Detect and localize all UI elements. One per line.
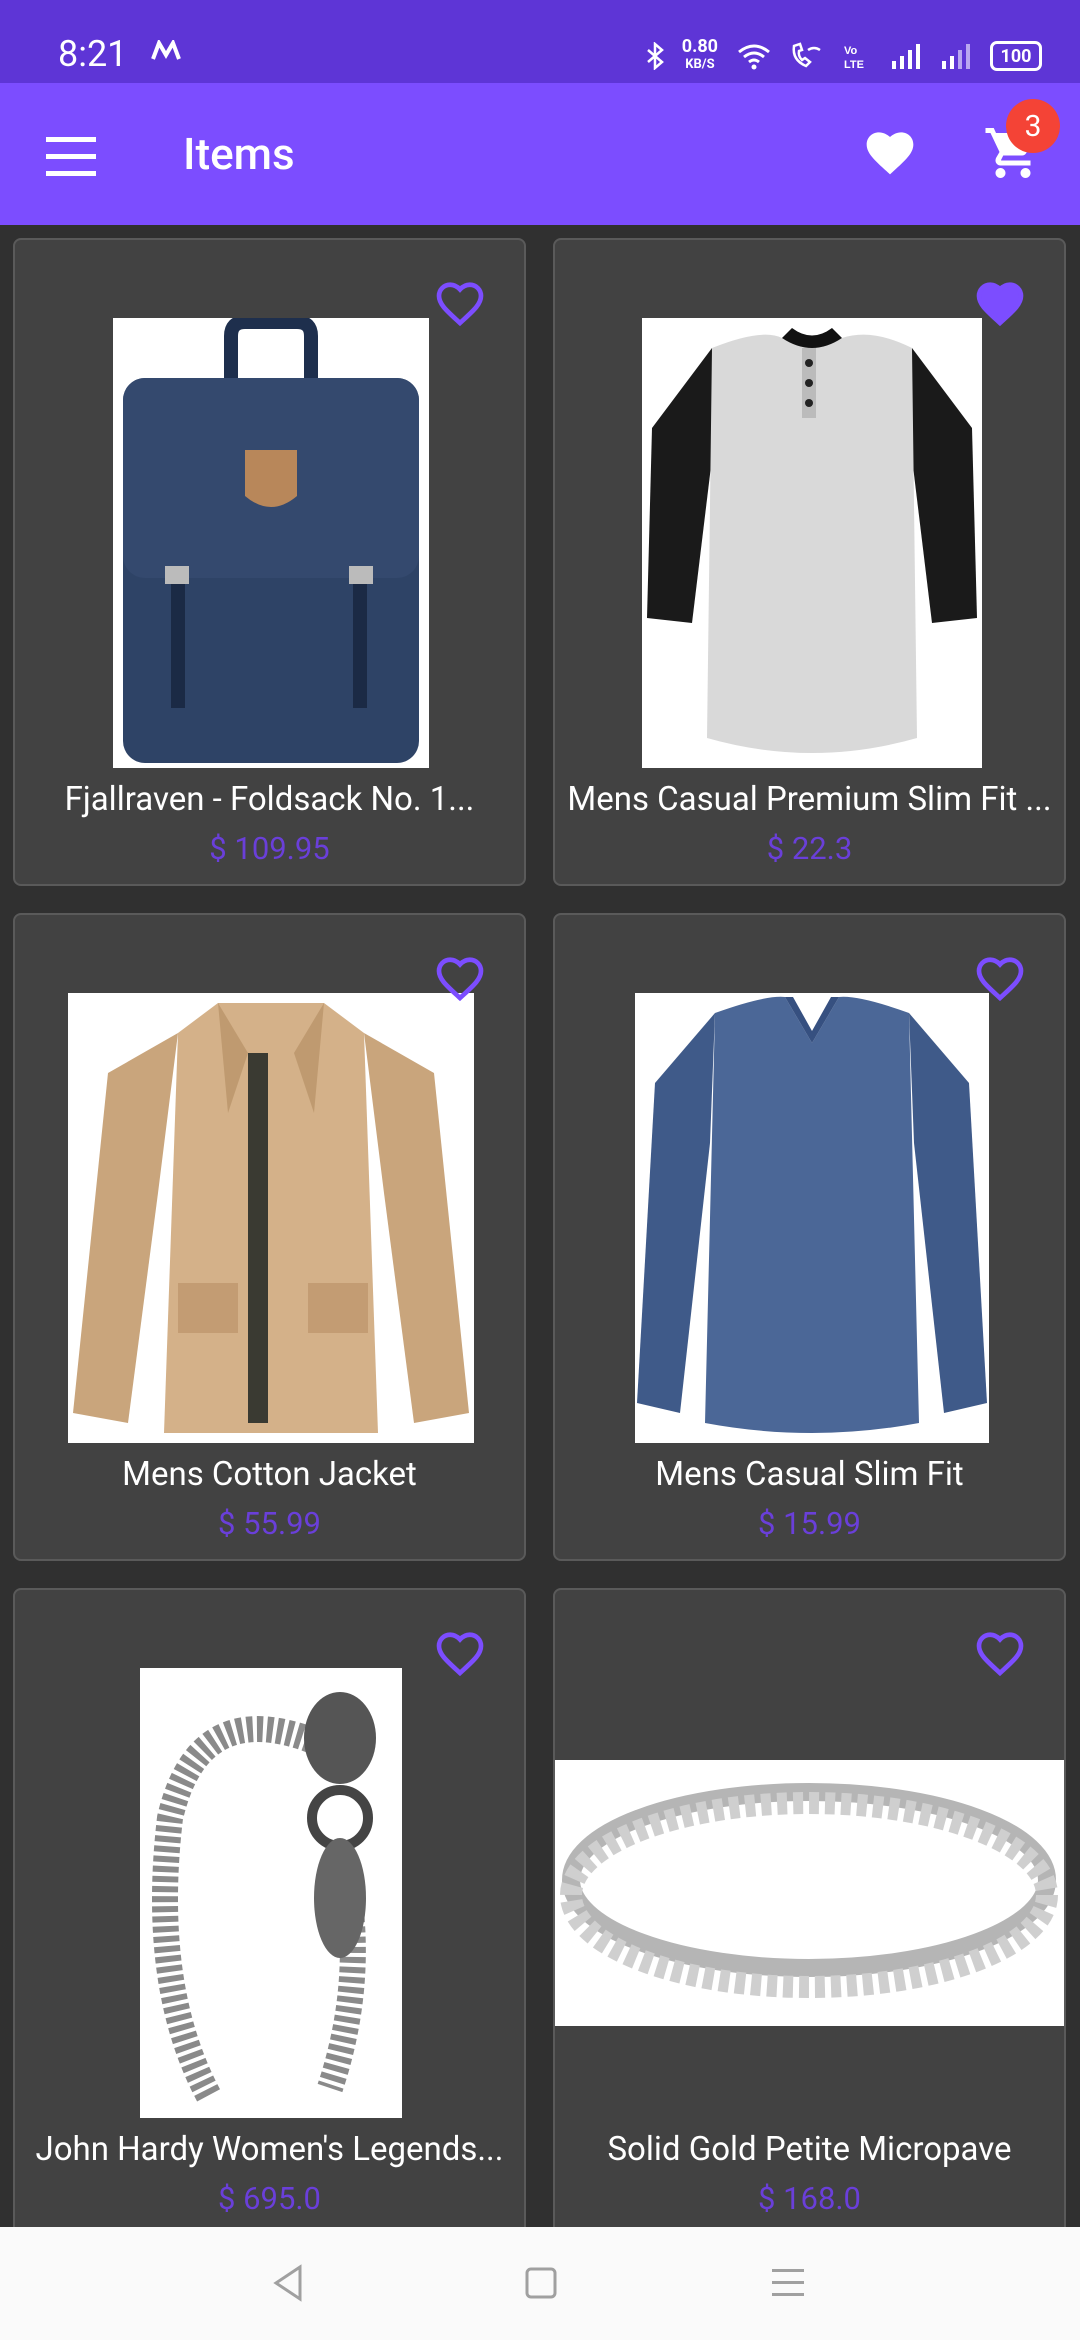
status-bar: 8:21 0.80 KB/S Vo LTE 100 (0, 0, 1080, 83)
menu-icon-bar (46, 137, 96, 142)
favorite-toggle-icon[interactable] (972, 276, 1028, 328)
bluetooth-icon (646, 42, 664, 70)
favorite-toggle-icon[interactable] (972, 1626, 1028, 1678)
item-price: $ 695.0 (218, 2180, 321, 2217)
item-card[interactable]: Mens Casual Premium Slim Fit ... $ 22.3 (553, 238, 1066, 886)
jacket-image (68, 993, 474, 1443)
item-name: Mens Cotton Jacket (122, 1455, 417, 1494)
item-card[interactable]: Fjallraven - Foldsack No. 1... $ 109.95 (13, 238, 526, 886)
favorite-toggle-icon[interactable] (972, 951, 1028, 1003)
menu-icon-bar (46, 171, 96, 176)
menu-icon-bar (46, 154, 96, 159)
network-speed-value: 0.80 (681, 36, 718, 57)
item-price: $ 109.95 (209, 830, 330, 867)
item-card[interactable]: Mens Cotton Jacket $ 55.99 (13, 913, 526, 1561)
svg-text:Vo: Vo (844, 45, 858, 57)
wifi-calling-icon (792, 42, 821, 68)
item-card[interactable]: Mens Casual Slim Fit $ 15.99 (553, 913, 1066, 1561)
item-name: Solid Gold Petite Micropave (607, 2130, 1012, 2169)
item-name: Mens Casual Slim Fit (655, 1455, 964, 1494)
favorite-toggle-icon[interactable] (432, 951, 488, 1003)
app-bar: Items (0, 83, 1080, 225)
system-nav-bar (0, 2227, 1080, 2340)
backpack-image (113, 318, 429, 768)
favorites-button[interactable] (862, 125, 918, 177)
item-name: Fjallraven - Foldsack No. 1... (64, 780, 475, 819)
status-time: 8:21 (58, 33, 128, 75)
item-price: $ 168.0 (758, 2180, 861, 2217)
longsleeve-shirt-image (635, 993, 989, 1443)
back-nav-icon[interactable] (270, 2263, 306, 2303)
wifi-icon (738, 44, 770, 70)
cart-count-badge: 3 (1006, 99, 1060, 153)
network-speed-unit: KB/S (685, 57, 715, 72)
item-price: $ 15.99 (758, 1505, 861, 1542)
recents-nav-icon[interactable] (770, 2263, 806, 2303)
raglan-tshirt-image (642, 318, 982, 768)
item-name: John Hardy Women's Legends... (35, 2130, 504, 2169)
notification-m-icon (151, 40, 181, 60)
items-grid: Fjallraven - Foldsack No. 1... $ 109.95 … (0, 225, 1080, 2227)
svg-text:LTE: LTE (844, 59, 864, 70)
item-price: $ 55.99 (218, 1505, 321, 1542)
item-card[interactable]: Solid Gold Petite Micropave $ 168.0 (553, 1588, 1066, 2227)
bracelet-image (140, 1668, 402, 2118)
status-icons: 0.80 KB/S Vo LTE 100 (646, 38, 1042, 74)
signal-icon-sim2 (942, 44, 970, 69)
signal-icon-sim1 (892, 44, 920, 69)
home-nav-icon[interactable] (524, 2263, 558, 2303)
item-card[interactable]: John Hardy Women's Legends... $ 695.0 (13, 1588, 526, 2227)
volte-icon: Vo LTE (844, 45, 864, 70)
favorite-toggle-icon[interactable] (432, 1626, 488, 1678)
item-name: Mens Casual Premium Slim Fit ... (567, 780, 1052, 819)
menu-button[interactable] (46, 137, 96, 177)
item-price: $ 22.3 (766, 830, 853, 867)
page-title: Items (183, 128, 295, 180)
favorite-toggle-icon[interactable] (432, 276, 488, 328)
battery-indicator: 100 (990, 41, 1042, 71)
ring-image (555, 1760, 1064, 2026)
network-speed: 0.80 KB/S (682, 38, 718, 74)
